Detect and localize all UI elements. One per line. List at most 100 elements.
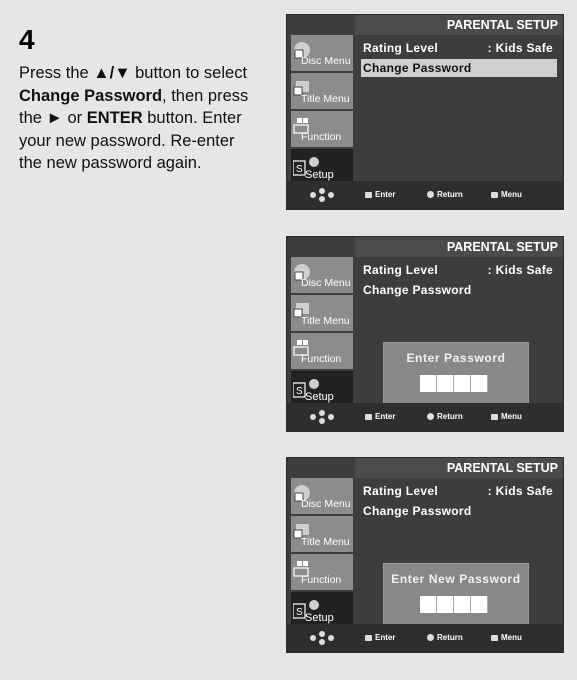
- parental-setup-screen: PARENTAL SETUP Disc Menu Title Menu Func…: [286, 14, 564, 210]
- enter-hint: Enter: [365, 412, 395, 421]
- instr-text-1: Press the: [19, 64, 94, 82]
- svg-text:S: S: [296, 386, 303, 397]
- return-hint: Return: [427, 412, 463, 421]
- step-number: 4: [19, 24, 35, 55]
- menu-label: Menu: [501, 412, 522, 421]
- dialog-title: Enter Password: [406, 351, 506, 365]
- sidebar-item-setup[interactable]: S Setup: [291, 592, 353, 628]
- menu-row[interactable]: Rating Level : Kids Safe: [361, 39, 557, 57]
- menu-row[interactable]: Rating Level : Kids Safe: [361, 261, 557, 279]
- password-digit-box[interactable]: [437, 596, 454, 613]
- menu-row-label: Change Password: [363, 283, 472, 297]
- bottom-bar: Enter Return Menu: [287, 181, 563, 209]
- password-digit-box[interactable]: [454, 375, 471, 392]
- return-hint: Return: [427, 190, 463, 199]
- password-digit-box[interactable]: [420, 596, 437, 613]
- enter-icon: [365, 413, 372, 420]
- svg-text:S: S: [296, 164, 303, 175]
- navigation-icon: [309, 409, 335, 425]
- menu-row-label: Rating Level: [363, 263, 438, 277]
- menu-row[interactable]: Change Password: [361, 502, 557, 520]
- menu-icon: [491, 413, 498, 420]
- instr-arrows: ▲/▼: [93, 64, 131, 82]
- password-input[interactable]: [420, 596, 488, 613]
- sidebar-item-label: Title Menu: [301, 93, 350, 105]
- sidebar-item-disc-menu[interactable]: Disc Menu: [291, 257, 353, 293]
- menu-row-label: Rating Level: [363, 484, 438, 498]
- enter-hint: Enter: [365, 633, 395, 642]
- return-label: Return: [437, 633, 463, 642]
- menu-icon: [491, 191, 498, 198]
- step-instructions: Press the ▲/▼ button to select Change Pa…: [19, 62, 259, 175]
- menu-row[interactable]: Rating Level : Kids Safe: [361, 482, 557, 500]
- screen-title: PARENTAL SETUP: [355, 15, 563, 35]
- sidebar-item-label: Title Menu: [301, 315, 350, 327]
- enter-label: Enter: [375, 633, 396, 642]
- sidebar-item-setup[interactable]: S Setup: [291, 371, 353, 407]
- password-digit-box[interactable]: [437, 375, 454, 392]
- menu-row-value: : Kids Safe: [487, 41, 553, 55]
- instr-bold-change-password: Change Password: [19, 86, 163, 105]
- password-dialog: Enter New Password: [383, 563, 529, 629]
- bottom-bar: Enter Return Menu: [287, 624, 563, 652]
- return-icon: [427, 191, 434, 199]
- password-dialog: Enter Password: [383, 342, 529, 408]
- menu-label: Menu: [501, 190, 522, 199]
- sidebar-item-title-menu[interactable]: Title Menu: [291, 516, 353, 552]
- instr-bold-enter: ENTER: [86, 109, 143, 127]
- menu-row-label: Change Password: [363, 504, 472, 518]
- menu-row-value: : Kids Safe: [487, 484, 553, 498]
- sidebar-item-title-menu[interactable]: Title Menu: [291, 295, 353, 331]
- menu-row-value: : Kids Safe: [487, 263, 553, 277]
- sidebar-item-label: Disc Menu: [301, 55, 351, 67]
- menu-panel: Rating Level : Kids Safe Change Password: [353, 35, 563, 181]
- sidebar-item-setup[interactable]: S Setup: [291, 149, 353, 185]
- sidebar-item-label: Setup: [305, 169, 334, 181]
- return-icon: [427, 413, 434, 421]
- password-digit-box[interactable]: [420, 375, 437, 392]
- parental-setup-screen: PARENTAL SETUP Disc Menu Title Menu Func…: [286, 236, 564, 432]
- menu-row-label: Rating Level: [363, 41, 438, 55]
- instr-play-arrow: ►: [46, 109, 63, 127]
- instr-text-4: or: [62, 109, 87, 127]
- return-label: Return: [437, 190, 463, 199]
- sidebar-item-label: Setup: [305, 612, 334, 624]
- sidebar-item-disc-menu[interactable]: Disc Menu: [291, 478, 353, 514]
- password-input[interactable]: [420, 375, 488, 392]
- menu-row[interactable]: Change Password: [361, 59, 557, 77]
- enter-hint: Enter: [365, 190, 395, 199]
- password-digit-box[interactable]: [471, 596, 488, 613]
- sidebar-item-label: Disc Menu: [301, 498, 351, 510]
- menu-icon: [491, 634, 498, 641]
- sidebar-item-disc-menu[interactable]: Disc Menu: [291, 35, 353, 71]
- menu-hint: Menu: [491, 190, 522, 199]
- password-digit-box[interactable]: [471, 375, 488, 392]
- menu-row[interactable]: Change Password: [361, 281, 557, 299]
- sidebar-item-title-menu[interactable]: Title Menu: [291, 73, 353, 109]
- instr-text-5: button.: [142, 109, 198, 127]
- svg-text:S: S: [296, 607, 303, 618]
- sidebar: Disc Menu Title Menu Function S Setup: [287, 257, 353, 407]
- sidebar-item-label: Function: [301, 131, 342, 143]
- sidebar-item-label: Function: [301, 574, 342, 586]
- menu-label: Menu: [501, 633, 522, 642]
- return-label: Return: [437, 412, 463, 421]
- sidebar-item-function[interactable]: Function: [291, 111, 353, 147]
- password-digit-box[interactable]: [454, 596, 471, 613]
- sidebar-item-function[interactable]: Function: [291, 554, 353, 590]
- sidebar: Disc Menu Title Menu Function S Setup: [287, 478, 353, 628]
- enter-icon: [365, 634, 372, 641]
- instr-text-2: button to select: [130, 64, 248, 82]
- bottom-bar: Enter Return Menu: [287, 403, 563, 431]
- return-icon: [427, 634, 434, 642]
- enter-label: Enter: [375, 190, 396, 199]
- screen-title: PARENTAL SETUP: [355, 458, 563, 478]
- sidebar-item-label: Setup: [305, 391, 334, 403]
- parental-setup-screen: PARENTAL SETUP Disc Menu Title Menu Func…: [286, 457, 564, 653]
- dialog-title: Enter New Password: [391, 572, 521, 586]
- sidebar-item-label: Title Menu: [301, 536, 350, 548]
- sidebar-item-label: Disc Menu: [301, 277, 351, 289]
- sidebar-item-function[interactable]: Function: [291, 333, 353, 369]
- navigation-icon: [309, 187, 335, 203]
- navigation-icon: [309, 630, 335, 646]
